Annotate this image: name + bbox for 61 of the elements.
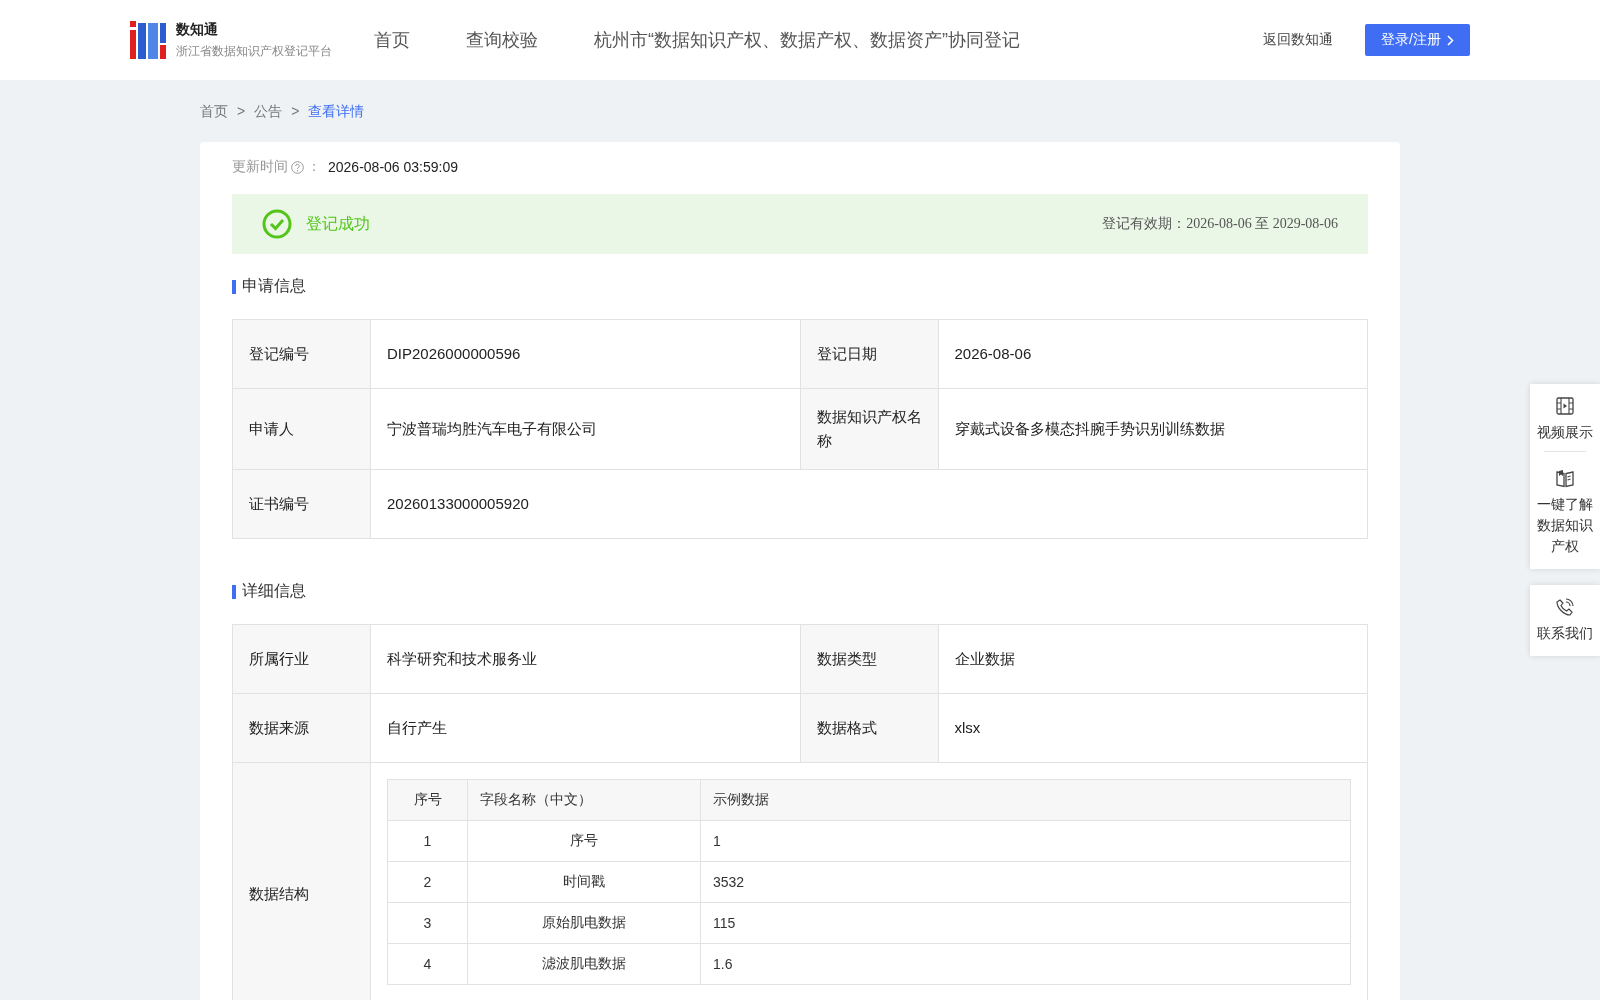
status-text: 登记成功: [306, 213, 371, 234]
column-header: 示例数据: [700, 779, 1351, 821]
breadcrumb-separator: >: [291, 103, 300, 121]
phone-icon: [1555, 597, 1575, 617]
field-label: 数据来源: [233, 694, 371, 763]
breadcrumb-separator: >: [237, 103, 246, 121]
breadcrumb-item[interactable]: 查看详情: [308, 103, 365, 121]
login-button[interactable]: 登录/注册: [1365, 24, 1470, 56]
chevron-icon: [1447, 34, 1454, 46]
field-label: 登记编号: [233, 320, 371, 389]
update-time-label: 更新时间: [232, 158, 288, 176]
table-cell: 1: [387, 820, 468, 862]
field-label: 登记日期: [800, 320, 939, 389]
table-cell: 1: [700, 820, 1351, 862]
colon: ：: [307, 158, 321, 176]
section-title: 详细信息: [242, 581, 306, 601]
field-value: 20260133000005920: [371, 470, 1368, 539]
section-title: 申请信息: [242, 276, 306, 296]
field-label: 证书编号: [233, 470, 371, 539]
side-tool[interactable]: 一键了解数据知识产权: [1530, 452, 1600, 565]
field-label: 数据格式: [800, 694, 939, 763]
field-value: 穿戴式设备多模态抖腕手势识别训练数据: [938, 389, 1368, 470]
field-label: 数据类型: [800, 625, 939, 694]
column-header: 字段名称（中文）: [467, 779, 701, 821]
field-label: 申请人: [233, 389, 371, 470]
back-link[interactable]: 返回数知通: [1263, 31, 1334, 49]
table-cell: 4: [387, 943, 468, 985]
field-value: 2026-08-06: [938, 320, 1368, 389]
nav-link[interactable]: 杭州市“数据知识产权、数据产权、数据资产”协同登记: [594, 28, 1020, 52]
table-cell: 序号: [467, 820, 701, 862]
breadcrumb-item[interactable]: 公告: [254, 103, 283, 121]
validity-period: 登记有效期：2026-08-06 至 2029-08-06: [1102, 215, 1338, 233]
book-icon: [1555, 468, 1575, 488]
breadcrumb-item[interactable]: 首页: [200, 103, 228, 121]
table-cell: 时间戳: [467, 861, 701, 903]
film-icon: [1555, 396, 1575, 416]
field-label: 所属行业: [233, 625, 371, 694]
table-cell: 滤波肌电数据: [467, 943, 701, 985]
help-icon[interactable]: [291, 160, 304, 174]
table-cell: 1.6: [700, 943, 1351, 985]
column-header: 序号: [387, 779, 468, 821]
nav-link[interactable]: 查询校验: [466, 28, 538, 52]
logo-subtitle: 浙江省数据知识产权登记平台: [176, 42, 332, 60]
field-value: 自行产生: [371, 694, 801, 763]
table-cell: 3: [387, 902, 468, 944]
table-cell: 3532: [700, 861, 1351, 903]
field-value: DIP2026000000596: [371, 320, 801, 389]
field-value: xlsx: [938, 694, 1368, 763]
logo-title: 数知通: [176, 20, 219, 39]
field-value: 宁波普瑞均胜汽车电子有限公司: [371, 389, 801, 470]
nav-link[interactable]: 首页: [374, 28, 410, 52]
table-cell: 2: [387, 861, 468, 903]
table-cell: 原始肌电数据: [467, 902, 701, 944]
logo-icon: [130, 21, 166, 59]
field-label: 数据结构: [233, 763, 371, 1000]
field-label: 数据知识产权名称: [800, 389, 939, 470]
field-value: 企业数据: [938, 625, 1368, 694]
update-time-value: 2026-08-06 03:59:09: [328, 159, 458, 175]
table-cell: 115: [700, 902, 1351, 944]
side-tool[interactable]: 视频展示: [1530, 384, 1600, 451]
field-value: 科学研究和技术服务业: [371, 625, 801, 694]
